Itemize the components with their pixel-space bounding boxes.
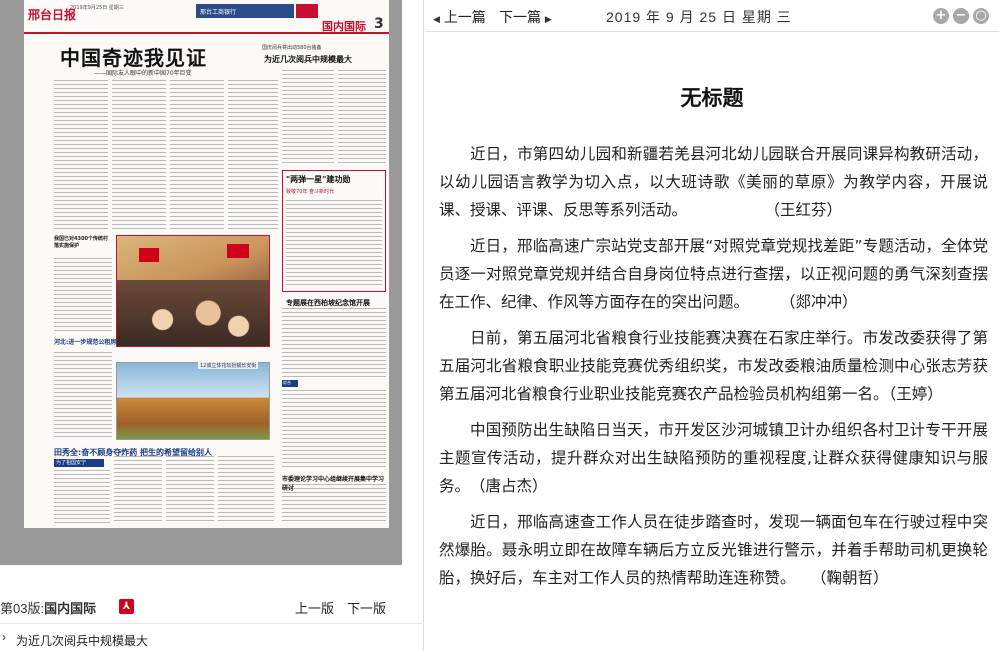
pdf-icon[interactable]: ⅄ (119, 599, 134, 614)
article-paragraph: 近日，邢临高速广宗站党支部开展“对照党章党规找差距”专题活动，全体党员逐一对照党… (439, 237, 988, 311)
newspaper-text-column (282, 390, 386, 470)
photo-flag (139, 248, 159, 262)
newspaper-text-column (228, 80, 278, 230)
article-title: 无标题 (680, 86, 744, 110)
zoom-reset-icon[interactable]: ○ (973, 8, 989, 24)
triangle-left-icon: ◀ (433, 14, 440, 24)
newspaper-photo-flowers (116, 362, 270, 440)
newspaper-ad: 邢台工商银行 (196, 4, 294, 18)
newspaper-bottom-tag: 为了祖国安宁 (54, 459, 104, 467)
page-name[interactable]: 国内国际 (44, 601, 96, 616)
current-page-label: 第03版:国内国际 (0, 598, 96, 617)
issue-date: 2019 年 9 月 25 日 星期 三 (606, 9, 792, 25)
newspaper-page-image[interactable]: 邢台日报 2019年9月25日 星期三 邢台工商银行 国内国际 3 中国奇迹我见… (24, 0, 389, 528)
page-thumbnail-pane: 邢台日报 2019年9月25日 星期三 邢台工商银行 国内国际 3 中国奇迹我见… (0, 0, 424, 651)
newspaper-subheadline: ——国际友人眼中的新中国70年巨变 (94, 70, 192, 77)
newspaper-text-column (54, 352, 112, 440)
newspaper-tiny-label: 综合 (282, 380, 298, 387)
newspaper-date: 2019年9月25日 星期三 (70, 5, 124, 11)
newspaper-right-headline-2: 专题展在西柏坡纪念馆开展 (286, 299, 370, 307)
newspaper-text-column (282, 308, 386, 378)
newspaper-side-headline: 我国已对4300个传统村落实施保护 (54, 236, 108, 249)
zoom-in-icon[interactable]: + (933, 8, 949, 24)
article-body: 近日，市第四幼儿园和新疆若羌县河北幼儿园联合开展同课异构教研活动，以幼儿园语言教… (439, 140, 988, 600)
zoom-out-icon[interactable]: − (953, 8, 969, 24)
article-list-item-title[interactable]: 为近几次阅兵中规模最大 (16, 632, 148, 649)
newspaper-page-number: 3 (374, 16, 384, 32)
newspaper-right-kicker: 国庆阅兵将出动580台装备 (262, 45, 322, 51)
article-toolbar: ◀ 上一篇 下一篇 ▶ 2019 年 9 月 25 日 星期 三 + − ○ (425, 0, 999, 32)
newspaper-text-column (338, 70, 386, 166)
newspaper-box-headline: "两弹一星"建功勋 (286, 175, 351, 184)
prev-page-link[interactable]: 上一版 (295, 598, 334, 617)
newspaper-bottom-headline: 田秀全:奋不顾身夺炸药 把生的希望留给别人 (54, 448, 212, 457)
newspaper-text-column (112, 80, 166, 230)
newspaper-ad-block (296, 4, 318, 18)
article-paragraph: 日前，第五届河北省粮食行业技能赛决赛在石家庄举行。市发改委获得了第五届河北省粮食… (439, 329, 988, 403)
chevron-right-icon: › (2, 630, 6, 644)
app-root: 邢台日报 2019年9月25日 星期三 邢台工商银行 国内国际 3 中国奇迹我见… (0, 0, 999, 651)
article-paragraph: 近日，市第四幼儿园和新疆若羌县河北幼儿园联合开展同课异构教研活动，以幼儿园语言教… (439, 145, 988, 219)
page-prefix: 第03版: (0, 601, 45, 616)
photo-flag (227, 244, 249, 258)
next-article-button[interactable]: 下一篇 ▶ (499, 7, 552, 27)
newspaper-logo: 邢台日报 (28, 8, 77, 22)
article-pane: ◀ 上一篇 下一篇 ▶ 2019 年 9 月 25 日 星期 三 + − ○ 无… (425, 0, 999, 651)
newspaper-right-headline: 为近几次阅兵中规模最大 (264, 55, 352, 64)
photo-caption: 香港举行爱国快闪活动 (116, 340, 167, 346)
photo-crowd-figures (117, 280, 269, 346)
prev-article-button[interactable]: ◀ 上一篇 (433, 7, 486, 27)
newspaper-text-column (54, 80, 108, 230)
thumbnail-background: 邢台日报 2019年9月25日 星期三 邢台工商银行 国内国际 3 中国奇迹我见… (0, 0, 402, 565)
newspaper-headline: 中国奇迹我见证 (60, 46, 207, 70)
triangle-right-icon: ▶ (544, 14, 552, 24)
next-article-label: 下一篇 (499, 9, 541, 25)
newspaper-text-column (282, 70, 334, 166)
next-page-link[interactable]: 下一版 (347, 598, 386, 617)
page-navigation-bar: 第03版:国内国际 ⅄ 上一版 下一版 (0, 596, 402, 618)
newspaper-right-headline-3: 市委理论学习中心组继续开展集中学习研讨 (282, 476, 385, 492)
newspaper-text-column (218, 456, 274, 524)
newspaper-header: 邢台日报 2019年9月25日 星期三 邢台工商银行 国内国际 3 (24, 0, 389, 34)
divider (0, 623, 424, 624)
prev-article-label: 上一篇 (443, 9, 486, 25)
newspaper-text-column (114, 456, 162, 524)
newspaper-text-column (170, 80, 224, 230)
newspaper-text-column (54, 258, 112, 332)
article-list-item[interactable]: › 为近几次阅兵中规模最大 (0, 630, 424, 650)
newspaper-text-column (54, 470, 110, 524)
newspaper-section: 国内国际 (322, 20, 366, 33)
article-paragraph: 中国预防出生缺陷日当天，市开发区沙河城镇卫计办组织各村卫计专干开展主题宣传活动，… (439, 421, 988, 495)
newspaper-box-label: 致敬70年 奋斗新时代 (286, 189, 334, 195)
article-paragraph: 近日，邢临高速查工作人员在徒步踏查时，发现一辆面包车在行驶过程中突然爆胎。聂永明… (439, 513, 988, 587)
newspaper-photo-crowd (116, 235, 270, 347)
photo-caption: 12城立体花坛扮靓长安街 (198, 362, 259, 369)
newspaper-text-column (166, 456, 214, 524)
